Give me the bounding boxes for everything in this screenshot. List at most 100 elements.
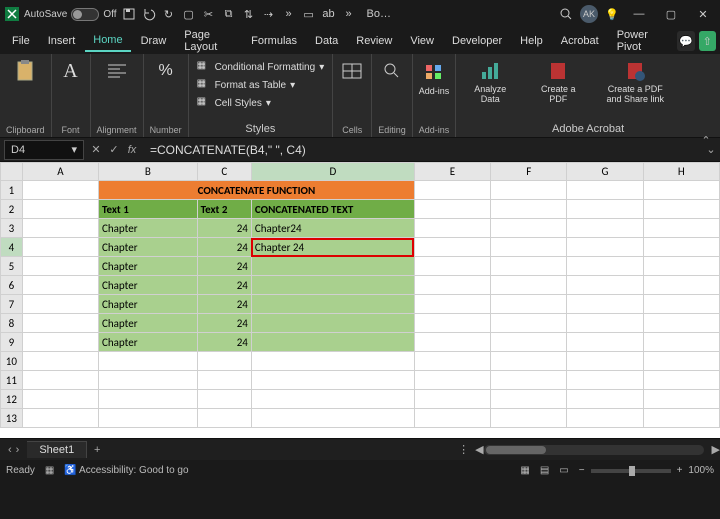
title-cell[interactable]: CONCATENATE FUNCTION (99, 181, 415, 200)
horizontal-scrollbar[interactable] (484, 445, 704, 455)
fx-icon[interactable]: fx (124, 142, 140, 158)
tab-options-icon[interactable]: ⋮ (458, 443, 469, 456)
comments-button[interactable]: 💬 (677, 31, 694, 51)
redo-icon[interactable]: ↻ (161, 6, 177, 22)
font-icon[interactable]: A (58, 58, 84, 84)
table-row: 8Chapter24 (1, 314, 720, 333)
font-label: Font (62, 125, 80, 135)
group-styles: ▦Conditional Formatting ▾ ▦Format as Tab… (189, 54, 334, 137)
add-sheet-button[interactable]: + (87, 444, 107, 456)
tab-home[interactable]: Home (85, 30, 130, 52)
tab-help[interactable]: Help (512, 31, 551, 51)
clipboard-icon[interactable] (12, 58, 38, 84)
zoom-control[interactable]: − + 100% (579, 465, 714, 476)
worksheet[interactable]: ABC DEFGH 1CONCATENATE FUNCTION 2Text 1T… (0, 162, 720, 438)
next-sheet-icon[interactable]: › (16, 444, 20, 456)
strike-icon[interactable]: ab (321, 6, 337, 22)
zoom-in-icon[interactable]: + (677, 465, 683, 476)
sort-icon[interactable]: ⇅ (241, 6, 257, 22)
tab-draw[interactable]: Draw (133, 31, 175, 51)
undo-icon[interactable] (141, 6, 157, 22)
lightbulb-icon[interactable]: 💡 (604, 6, 620, 22)
page-icon[interactable]: ▭ (301, 6, 317, 22)
active-cell[interactable]: Chapter 24 (251, 238, 414, 257)
collapse-ribbon-icon[interactable]: ⌃ (698, 134, 714, 146)
prev-sheet-icon[interactable]: ‹ (8, 444, 12, 456)
group-font: A Font (52, 54, 91, 137)
tab-power-pivot[interactable]: Power Pivot (609, 25, 671, 57)
titlebar: AutoSave Off ↻ ▢ ✂ ⧉ ⇅ ⇢ » ▭ ab » Bo… AK… (0, 0, 720, 28)
editing-icon[interactable] (379, 58, 405, 84)
tab-formulas[interactable]: Formulas (243, 31, 305, 51)
pdf-share-button[interactable]: Create a PDF and Share link (600, 58, 670, 104)
minimize-button[interactable]: — (626, 4, 652, 24)
view-break-icon[interactable]: ▭ (559, 465, 568, 476)
copy-icon[interactable]: ⧉ (221, 6, 237, 22)
close-button[interactable]: ✕ (690, 4, 716, 24)
conditional-formatting-button[interactable]: ▦Conditional Formatting ▾ (197, 58, 325, 76)
group-cells: Cells (333, 54, 372, 137)
tab-file[interactable]: File (4, 31, 38, 51)
search-icon[interactable] (558, 6, 574, 22)
maximize-button[interactable]: ▢ (658, 4, 684, 24)
table-row: 7Chapter24 (1, 295, 720, 314)
table-row: 2Text 1Text 2CONCATENATED TEXT (1, 200, 720, 219)
analyze-data-button[interactable]: Analyze Data (464, 58, 516, 104)
formula-input[interactable]: =CONCATENATE(B4," ", C4) (144, 140, 702, 160)
tab-review[interactable]: Review (348, 31, 400, 51)
status-bar: Ready ▦ ♿ Accessibility: Good to go ▦ ▤ … (0, 460, 720, 481)
table-row: 12 (1, 390, 720, 409)
formula-bar: D4▾ ✕ ✓ fx =CONCATENATE(B4," ", C4) ⌄ (0, 138, 720, 162)
name-box[interactable]: D4▾ (4, 140, 84, 160)
addins-text: Add-ins (419, 86, 450, 96)
tab-acrobat[interactable]: Acrobat (553, 31, 607, 51)
addins-label: Add-ins (419, 125, 450, 135)
group-addins: Add-ins Add-ins (413, 54, 457, 137)
tab-page-layout[interactable]: Page Layout (176, 25, 241, 57)
tab-insert[interactable]: Insert (40, 31, 84, 51)
more-qat-icon[interactable]: » (281, 6, 297, 22)
save-icon[interactable] (121, 6, 137, 22)
table-row: 10 (1, 352, 720, 371)
clipboard-label: Clipboard (6, 125, 45, 135)
addins-icon[interactable] (421, 58, 447, 84)
autosave-toggle[interactable]: AutoSave Off (24, 8, 117, 21)
create-pdf-button[interactable]: Create a PDF (532, 58, 584, 104)
link-icon[interactable]: ⇢ (261, 6, 277, 22)
cut-icon[interactable]: ✂ (201, 6, 217, 22)
new-file-icon[interactable]: ▢ (181, 6, 197, 22)
sheet-tab[interactable]: Sheet1 (27, 441, 87, 458)
zoom-slider[interactable] (591, 469, 671, 473)
share-button[interactable]: ⇧ (699, 31, 716, 51)
overflow-icon[interactable]: » (341, 6, 357, 22)
cell-styles-button[interactable]: ▦Cell Styles ▾ (197, 94, 325, 112)
table-icon: ▦ (197, 78, 211, 92)
accessibility-status[interactable]: ♿ Accessibility: Good to go (64, 465, 188, 476)
column-headers[interactable]: ABC DEFGH (1, 163, 720, 181)
cells-icon[interactable] (339, 58, 365, 84)
scroll-left-icon[interactable]: ◀ (475, 443, 483, 456)
avatar[interactable]: AK (580, 5, 598, 23)
view-normal-icon[interactable]: ▦ (520, 465, 529, 476)
alignment-icon[interactable] (104, 58, 130, 84)
select-all-corner[interactable] (1, 163, 23, 181)
zoom-out-icon[interactable]: − (579, 465, 585, 476)
macro-icon[interactable]: ▦ (45, 465, 54, 476)
group-acrobat: Analyze Data Create a PDF Create a PDF a… (456, 54, 720, 137)
zoom-value[interactable]: 100% (688, 465, 714, 476)
chevron-down-icon: ▾ (319, 62, 324, 73)
status-ready: Ready (6, 465, 35, 476)
tab-data[interactable]: Data (307, 31, 346, 51)
tab-view[interactable]: View (402, 31, 442, 51)
view-page-icon[interactable]: ▤ (540, 465, 549, 476)
number-icon[interactable]: % (153, 58, 179, 84)
tab-developer[interactable]: Developer (444, 31, 510, 51)
chevron-down-icon[interactable]: ▾ (71, 143, 77, 156)
format-as-table-button[interactable]: ▦Format as Table ▾ (197, 76, 325, 94)
excel-icon (4, 6, 20, 22)
pdf-icon (545, 58, 571, 84)
scroll-right-icon[interactable]: ▶ (712, 443, 720, 456)
cancel-formula-icon[interactable]: ✕ (88, 142, 104, 158)
table-row: 3Chapter24Chapter24 (1, 219, 720, 238)
accept-formula-icon[interactable]: ✓ (106, 142, 122, 158)
